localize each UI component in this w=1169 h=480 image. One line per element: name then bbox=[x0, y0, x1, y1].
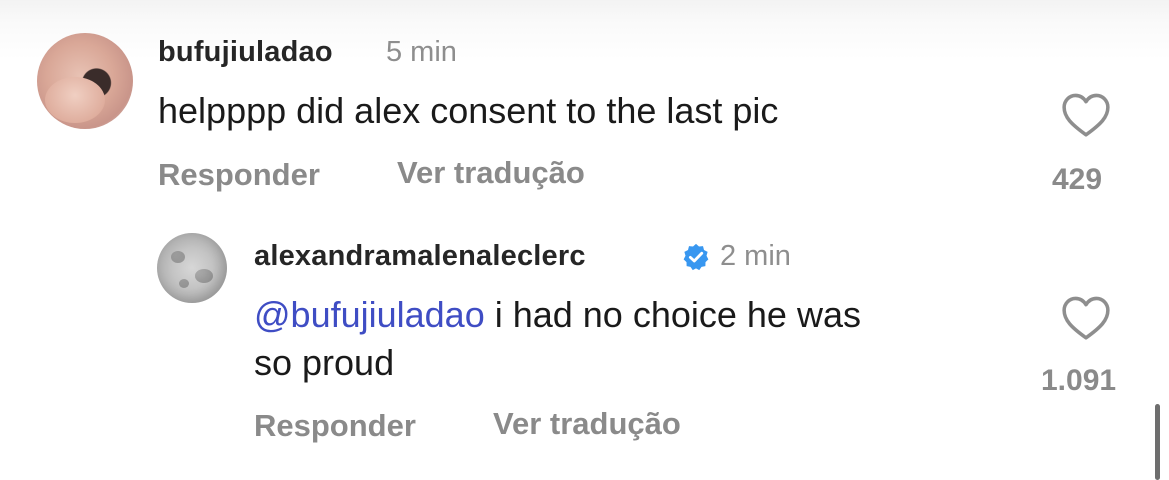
verified-badge-icon bbox=[683, 243, 709, 271]
moon-crater bbox=[195, 269, 213, 283]
heart-outline-icon[interactable] bbox=[1061, 92, 1111, 138]
comments-panel: bufujiuladao 5 min helpppp did alex cons… bbox=[0, 0, 1169, 480]
avatar[interactable] bbox=[37, 33, 133, 129]
comment-text: @bufujiuladao i had no choice he was bbox=[254, 292, 861, 338]
reply-button[interactable]: Responder bbox=[158, 157, 320, 193]
moon-crater bbox=[171, 251, 185, 263]
comment-username[interactable]: alexandramalenaleclerc bbox=[254, 240, 586, 273]
heart-outline-icon[interactable] bbox=[1061, 295, 1111, 341]
see-translation-button[interactable]: Ver tradução bbox=[493, 406, 681, 442]
comment-username[interactable]: bufujiuladao bbox=[158, 36, 333, 69]
comment-timestamp: 5 min bbox=[386, 36, 457, 68]
scrollbar[interactable] bbox=[1155, 404, 1160, 480]
like-count: 429 bbox=[1052, 163, 1103, 196]
comment-text-line-2: so proud bbox=[254, 342, 395, 383]
avatar-photo bbox=[45, 77, 105, 123]
like-count: 1.091 bbox=[1041, 364, 1117, 397]
mention-link[interactable]: @bufujiuladao bbox=[254, 294, 485, 335]
avatar[interactable] bbox=[157, 233, 227, 303]
comment-timestamp: 2 min bbox=[720, 240, 791, 272]
comment-text: helpppp did alex consent to the last pic bbox=[158, 90, 779, 131]
moon-crater bbox=[179, 279, 189, 288]
comment-text-line-1: i had no choice he was bbox=[484, 294, 861, 335]
reply-button[interactable]: Responder bbox=[254, 408, 416, 444]
see-translation-button[interactable]: Ver tradução bbox=[397, 155, 585, 191]
